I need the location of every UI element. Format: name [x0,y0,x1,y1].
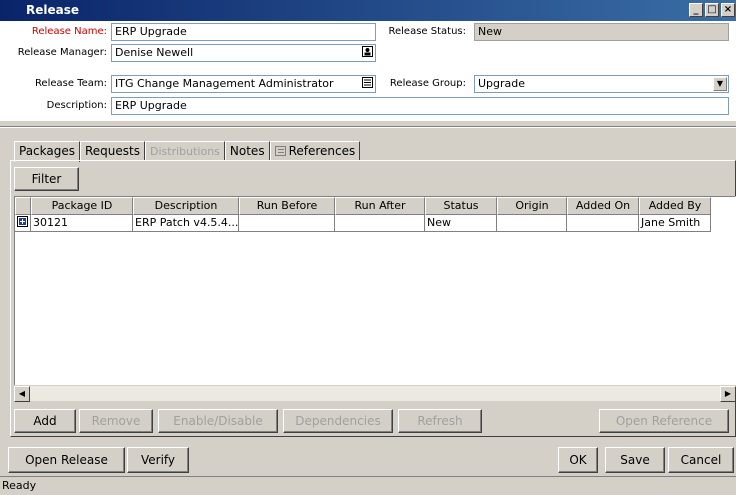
release-manager-value: Denise Newell [115,46,194,59]
scroll-right-icon[interactable]: ▶ [720,386,736,402]
tab-strip: Packages Requests Distributions Notes Re… [14,141,361,162]
column-header[interactable]: Run After [335,197,425,215]
scroll-left-icon[interactable]: ◀ [14,386,30,402]
filter-button[interactable]: Filter [14,167,79,191]
close-icon[interactable]: × [721,3,735,17]
tab-distributions: Distributions [145,141,225,161]
chevron-down-icon[interactable]: ▼ [713,77,727,91]
release-header-form: Release Name: ERP Upgrade Release Status… [0,21,736,121]
table-row[interactable]: 30121 ERP Patch v4.5.4... New Jane Smith [15,215,711,232]
column-header[interactable]: Description [133,197,239,215]
tab-requests[interactable]: Requests [80,141,145,161]
expand-column-header [15,197,31,215]
open-reference-button: Open Reference [599,409,729,433]
release-team-value: ITG Change Management Administrator [115,77,334,90]
separator [0,126,736,128]
description-cell: ERP Patch v4.5.4... [133,215,239,232]
verify-button[interactable]: Verify [127,447,189,473]
expand-icon[interactable] [15,215,31,232]
origin-cell [497,215,567,232]
maximize-icon[interactable]: □ [705,3,719,17]
window-title-bar[interactable]: Release _ □ × [0,0,736,21]
column-header[interactable]: Origin [497,197,567,215]
column-header[interactable]: Run Before [239,197,335,215]
tab-packages[interactable]: Packages [14,141,80,162]
table-header: Package ID Description Run Before Run Af… [15,197,711,215]
package-id-cell: 30121 [31,215,133,232]
release-group-value: Upgrade [478,77,526,90]
release-status-field: New [474,23,729,41]
dependencies-button: Dependencies [283,409,393,433]
description-field[interactable]: ERP Upgrade [111,97,729,115]
column-header[interactable]: Added On [567,197,639,215]
release-group-label: Release Group: [389,78,466,89]
release-manager-label: Release Manager: [17,47,107,58]
enable-disable-button: Enable/Disable [158,409,278,433]
column-header[interactable]: Added By [639,197,711,215]
added-on-cell [567,215,639,232]
release-status-label: Release Status: [388,26,467,37]
release-name-label: Release Name: [31,26,107,37]
release-team-field[interactable]: ITG Change Management Administrator [111,75,376,93]
column-header[interactable]: Package ID [31,197,133,215]
description-label: Description: [46,100,107,111]
added-by-cell: Jane Smith [639,215,711,232]
window-title: Release [26,3,80,17]
cancel-button[interactable]: Cancel [668,447,734,473]
remove-button: Remove [79,409,153,433]
release-group-select[interactable]: Upgrade ▼ [474,75,729,93]
tab-references[interactable]: References [269,141,361,161]
horizontal-scrollbar[interactable]: ◀ ▶ [14,385,736,402]
add-button[interactable]: Add [14,409,76,433]
release-team-label: Release Team: [34,78,107,89]
save-button[interactable]: Save [605,447,665,473]
tab-notes[interactable]: Notes [224,141,270,161]
refresh-button: Refresh [398,409,482,433]
run-after-cell [335,215,425,232]
tab-references-label: References [288,144,356,158]
release-name-field[interactable]: ERP Upgrade [111,23,376,41]
list-lookup-icon[interactable] [361,77,373,89]
open-release-button[interactable]: Open Release [8,447,125,473]
user-lookup-icon[interactable] [361,46,373,58]
packages-table: Package ID Description Run Before Run Af… [14,196,736,393]
ok-button[interactable]: OK [558,447,598,473]
minimize-icon[interactable]: _ [689,3,703,17]
run-before-cell [239,215,335,232]
status-cell: New [425,215,497,232]
status-bar: Ready [0,476,736,494]
column-header[interactable]: Status [425,197,497,215]
references-list-icon [274,146,286,156]
release-manager-field[interactable]: Denise Newell [111,44,376,62]
